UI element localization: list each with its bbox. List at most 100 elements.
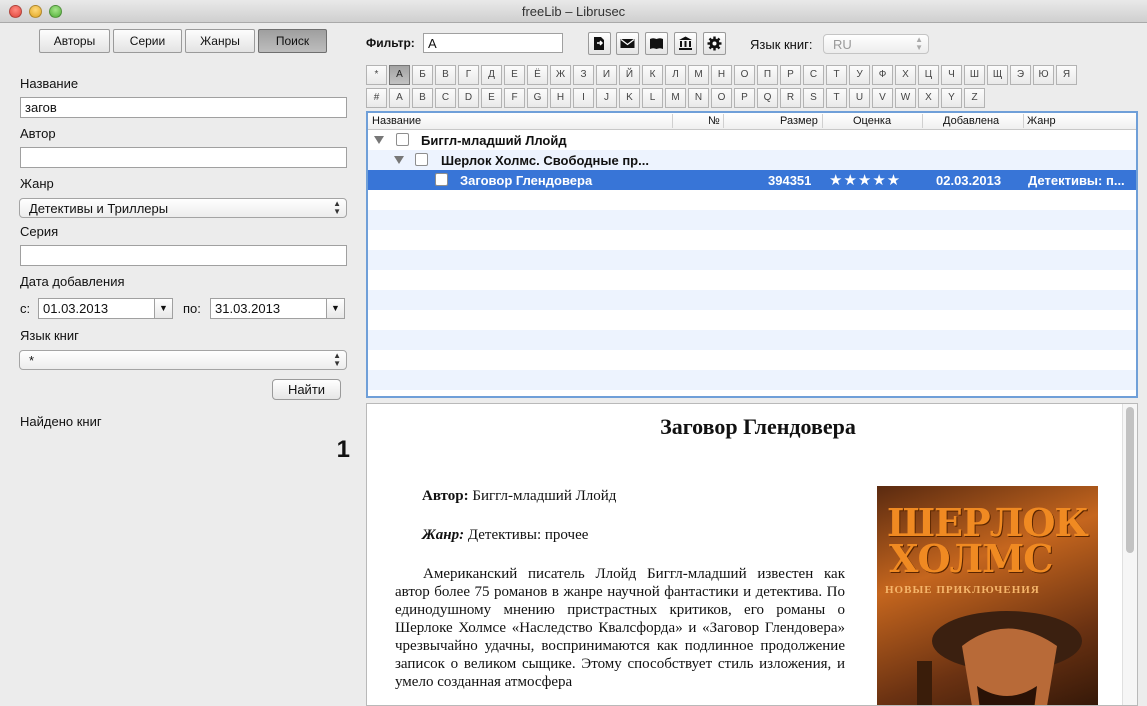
- letter-key[interactable]: З: [573, 65, 594, 85]
- letter-key[interactable]: Ю: [1033, 65, 1054, 85]
- letter-key[interactable]: Ё: [527, 65, 548, 85]
- letter-key[interactable]: В: [435, 65, 456, 85]
- letter-key[interactable]: X: [918, 88, 939, 108]
- filter-input[interactable]: А: [423, 33, 563, 53]
- settings-button[interactable]: [703, 32, 726, 55]
- tab-authors[interactable]: Авторы: [39, 29, 110, 53]
- tab-search[interactable]: Поиск: [258, 29, 327, 53]
- read-book-button[interactable]: [645, 32, 668, 55]
- letter-key[interactable]: H: [550, 88, 571, 108]
- letter-key[interactable]: Е: [504, 65, 525, 85]
- letter-key[interactable]: L: [642, 88, 663, 108]
- letter-key[interactable]: Н: [711, 65, 732, 85]
- author-checkbox[interactable]: [396, 133, 409, 146]
- letter-key[interactable]: П: [757, 65, 778, 85]
- column-genre[interactable]: Жанр: [1027, 115, 1056, 127]
- letter-key[interactable]: Щ: [987, 65, 1008, 85]
- letter-key[interactable]: K: [619, 88, 640, 108]
- letter-key[interactable]: O: [711, 88, 732, 108]
- scrollbar-thumb[interactable]: [1126, 407, 1134, 553]
- disclosure-triangle-icon[interactable]: [374, 136, 384, 144]
- letter-key[interactable]: J: [596, 88, 617, 108]
- letter-key[interactable]: B: [412, 88, 433, 108]
- genre-select[interactable]: Детективы и Триллеры ▲ ▼: [19, 198, 347, 218]
- series-search-input[interactable]: [20, 245, 347, 266]
- letter-key[interactable]: M: [665, 88, 686, 108]
- letter-key[interactable]: С: [803, 65, 824, 85]
- book-checkbox[interactable]: [435, 173, 448, 186]
- tab-genres[interactable]: Жанры: [185, 29, 255, 53]
- letter-key[interactable]: Я: [1056, 65, 1077, 85]
- chevron-down-icon[interactable]: ▼: [154, 299, 172, 318]
- letter-key[interactable]: Ф: [872, 65, 893, 85]
- tab-series[interactable]: Серии: [113, 29, 182, 53]
- chevron-down-icon[interactable]: ▼: [326, 299, 344, 318]
- column-rating[interactable]: Оценка: [853, 115, 891, 127]
- letter-key[interactable]: W: [895, 88, 916, 108]
- language-select[interactable]: * ▲ ▼: [19, 350, 347, 370]
- series-checkbox[interactable]: [415, 153, 428, 166]
- letter-key[interactable]: Э: [1010, 65, 1031, 85]
- letter-key[interactable]: V: [872, 88, 893, 108]
- letter-key[interactable]: S: [803, 88, 824, 108]
- email-button[interactable]: [616, 32, 639, 55]
- letter-key[interactable]: Q: [757, 88, 778, 108]
- letter-key[interactable]: Ш: [964, 65, 985, 85]
- date-from-label: с:: [20, 301, 31, 316]
- letter-key[interactable]: #: [366, 88, 387, 108]
- letter-key[interactable]: T: [826, 88, 847, 108]
- letter-key[interactable]: Ц: [918, 65, 939, 85]
- letter-key[interactable]: P: [734, 88, 755, 108]
- letter-key[interactable]: К: [642, 65, 663, 85]
- column-name[interactable]: Название: [372, 115, 421, 127]
- export-button[interactable]: [588, 32, 611, 55]
- column-added[interactable]: Добавлена: [943, 115, 999, 127]
- letter-key[interactable]: R: [780, 88, 801, 108]
- letter-key[interactable]: Д: [481, 65, 502, 85]
- letter-key[interactable]: F: [504, 88, 525, 108]
- letter-key[interactable]: Г: [458, 65, 479, 85]
- letter-key[interactable]: I: [573, 88, 594, 108]
- letter-key[interactable]: Б: [412, 65, 433, 85]
- date-from-combo[interactable]: 01.03.2013 ▼: [38, 298, 173, 319]
- letter-key[interactable]: U: [849, 88, 870, 108]
- letter-key[interactable]: C: [435, 88, 456, 108]
- letter-key[interactable]: Ж: [550, 65, 571, 85]
- letter-key[interactable]: А: [389, 65, 410, 85]
- date-to-combo[interactable]: 31.03.2013 ▼: [210, 298, 345, 319]
- letter-key[interactable]: Z: [964, 88, 985, 108]
- letter-key[interactable]: Т: [826, 65, 847, 85]
- disclosure-triangle-icon[interactable]: [394, 156, 404, 164]
- letter-key[interactable]: М: [688, 65, 709, 85]
- letter-key[interactable]: D: [458, 88, 479, 108]
- letter-key[interactable]: У: [849, 65, 870, 85]
- letter-key[interactable]: Х: [895, 65, 916, 85]
- letter-key[interactable]: G: [527, 88, 548, 108]
- book-language-select[interactable]: RU ▲ ▼: [823, 34, 929, 54]
- find-button[interactable]: Найти: [272, 379, 341, 400]
- updown-arrows-icon: ▲ ▼: [915, 35, 923, 52]
- letter-key[interactable]: О: [734, 65, 755, 85]
- letter-key[interactable]: A: [389, 88, 410, 108]
- author-search-input[interactable]: [20, 147, 347, 168]
- annotation-panel[interactable]: Заговор Глендовера Автор: Биггл-младший …: [366, 403, 1138, 706]
- letter-key[interactable]: Ч: [941, 65, 962, 85]
- letter-key[interactable]: N: [688, 88, 709, 108]
- tree-row-author[interactable]: Биггл-младший Ллойд: [368, 130, 1136, 150]
- language-select-value: *: [29, 353, 35, 368]
- tree-row-book[interactable]: Заговор Глендовера 394351 ★★★★★ 02.03.20…: [368, 170, 1136, 190]
- letter-key[interactable]: Л: [665, 65, 686, 85]
- tree-row-series[interactable]: Шерлок Холмс. Свободные пр...: [368, 150, 1136, 170]
- column-number[interactable]: №: [708, 115, 720, 127]
- letter-key[interactable]: Р: [780, 65, 801, 85]
- title-search-input[interactable]: загов: [20, 97, 347, 118]
- letter-key[interactable]: Y: [941, 88, 962, 108]
- letter-key[interactable]: E: [481, 88, 502, 108]
- letter-key[interactable]: *: [366, 65, 387, 85]
- book-tree[interactable]: Название № Размер Оценка Добавлена Жанр …: [366, 111, 1138, 398]
- vertical-scrollbar[interactable]: [1122, 404, 1137, 705]
- column-size[interactable]: Размер: [780, 115, 818, 127]
- letter-key[interactable]: И: [596, 65, 617, 85]
- letter-key[interactable]: Й: [619, 65, 640, 85]
- library-button[interactable]: [674, 32, 697, 55]
